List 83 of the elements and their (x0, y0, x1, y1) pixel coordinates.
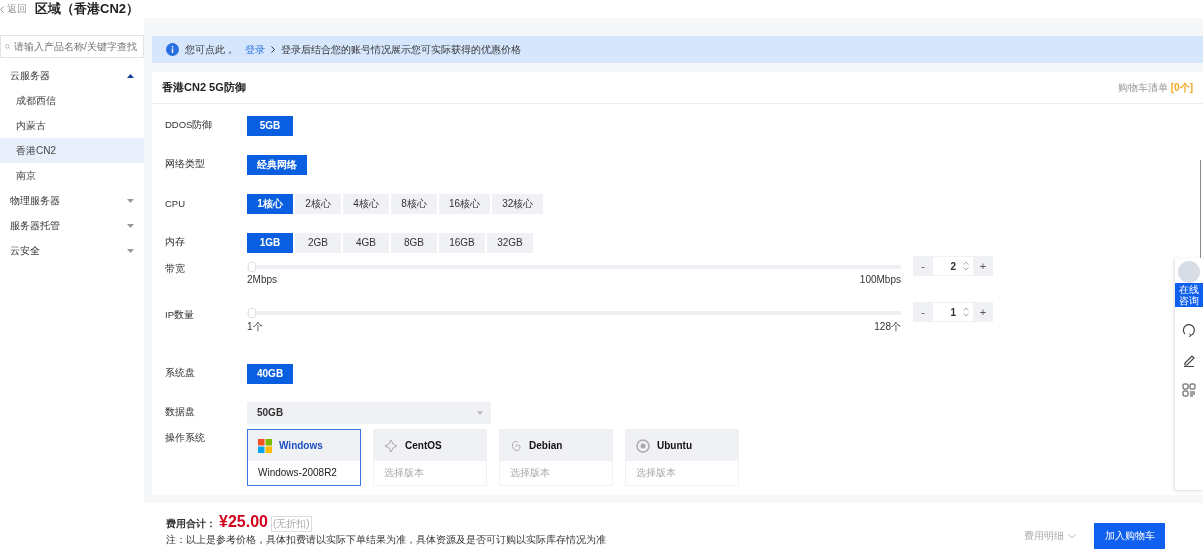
number-field[interactable]: 1 (933, 302, 973, 322)
notice-text: 您可点此， (185, 42, 235, 57)
sidebar-group[interactable]: 服务器托管 (0, 213, 144, 238)
sidebar-item[interactable]: 成都西信 (0, 88, 144, 113)
option-label: 系统盘 (165, 367, 196, 380)
dropdown-field[interactable]: 50GB (247, 401, 491, 424)
option-button[interactable]: 8GB (391, 232, 437, 253)
os-name: Ubuntu (657, 440, 692, 451)
slider-max-label: 128个 (874, 320, 901, 334)
avatar[interactable] (1178, 261, 1200, 283)
number-field[interactable]: 2 (933, 256, 973, 276)
option-button[interactable]: 1GB (247, 232, 293, 253)
spin-arrows-icon (963, 307, 969, 317)
option-label: 网络类型 (165, 158, 206, 171)
option-button[interactable]: 4GB (343, 232, 389, 253)
total-label: 费用合计： (166, 517, 216, 531)
pinwheel-icon (384, 438, 398, 453)
slider-thumb[interactable] (248, 262, 256, 272)
login-link[interactable]: 登录 (245, 42, 265, 57)
slider-min-label: 2Mbps (247, 274, 277, 285)
product-title: 香港CN2 5G防御 (162, 80, 246, 95)
chevron-left-icon (0, 5, 4, 13)
swirl-icon (510, 438, 522, 453)
edit-icon[interactable] (1182, 353, 1196, 367)
sidebar-item[interactable]: 南京 (0, 163, 144, 188)
option-button[interactable]: 40GB (247, 363, 294, 384)
os-version: 选择版本 (383, 466, 425, 480)
os-name: CentOS (405, 440, 442, 451)
slider-min-label: 1个 (247, 320, 263, 334)
option-button[interactable]: 1核心 (247, 193, 293, 214)
os-version: Windows-2008R2 (257, 466, 338, 480)
option-button[interactable]: 16核心 (439, 193, 491, 214)
page-title: 区域（香港CN2） (35, 0, 139, 18)
sidebar-item[interactable]: 内蒙古 (0, 113, 144, 138)
option-button[interactable]: 4核心 (343, 193, 389, 214)
slider-track[interactable] (247, 262, 901, 272)
consult-button[interactable]: 在线咨询 (1175, 283, 1203, 307)
info-icon (166, 43, 179, 56)
sidebar-item[interactable]: 香港CN2 (0, 138, 144, 163)
price: ¥25.00 (219, 513, 268, 531)
option-label: CPU (165, 198, 187, 209)
option-label: 带宽 (165, 262, 186, 276)
option-label: IP数量 (165, 308, 195, 322)
option-button[interactable]: 2核心 (295, 193, 341, 214)
spin-arrows-icon (963, 261, 969, 271)
option-button[interactable]: 8核心 (391, 193, 437, 214)
chevron-right-icon (271, 46, 275, 53)
search-icon (5, 41, 10, 52)
option-label: DDOS防御 (165, 119, 214, 132)
os-card[interactable]: Windows Windows-2008R2 (247, 429, 361, 486)
sidebar-group[interactable]: 云安全 (0, 238, 144, 263)
os-name: Debian (529, 440, 563, 451)
os-card[interactable]: CentOS 选择版本 (373, 429, 487, 486)
option-button[interactable]: 32核心 (492, 193, 544, 214)
option-label: 内存 (165, 236, 186, 249)
notice-message: 登录后结合您的账号情况展示您可实际获得的优惠价格 (281, 42, 521, 57)
option-button[interactable]: 5GB (247, 115, 293, 136)
os-card[interactable]: Debian 选择版本 (499, 429, 613, 486)
os-card[interactable]: Ubuntu 选择版本 (625, 429, 739, 486)
grid-icon[interactable] (1182, 383, 1196, 397)
slider-thumb[interactable] (248, 308, 256, 318)
option-label: 操作系统 (165, 432, 206, 445)
os-version: 选择版本 (509, 466, 551, 480)
ring-icon (636, 438, 650, 453)
caret-icon (477, 410, 483, 415)
discount-tag: (无折扣) (270, 516, 312, 532)
refresh-icon[interactable] (1182, 323, 1196, 337)
slider-track[interactable] (247, 308, 901, 318)
slider-max-label: 100Mbps (859, 274, 901, 285)
search-field[interactable]: 请输入产品名称/关键字查找 (14, 38, 139, 55)
price-note: 注：以上是参考价格，具体扣费请以实际下单结果为准，具体资源及是否可订购以实际库存情况为准 (166, 533, 606, 547)
os-name: Windows (279, 440, 323, 451)
sidebar-group[interactable]: 物理服务器 (0, 188, 144, 213)
option-button[interactable]: 2GB (295, 232, 341, 253)
os-version: 选择版本 (635, 466, 677, 480)
windows-logo-icon (258, 438, 272, 453)
sidebar-group[interactable]: 云服务器 (0, 63, 144, 88)
option-button[interactable]: 经典网络 (247, 154, 307, 175)
add-to-cart-button[interactable]: 加入购物车 (1094, 523, 1165, 549)
chevron-down-icon (1068, 533, 1076, 539)
option-button[interactable]: 16GB (439, 232, 485, 253)
option-button[interactable]: 32GB (487, 232, 533, 253)
option-label: 数据盘 (165, 406, 196, 419)
